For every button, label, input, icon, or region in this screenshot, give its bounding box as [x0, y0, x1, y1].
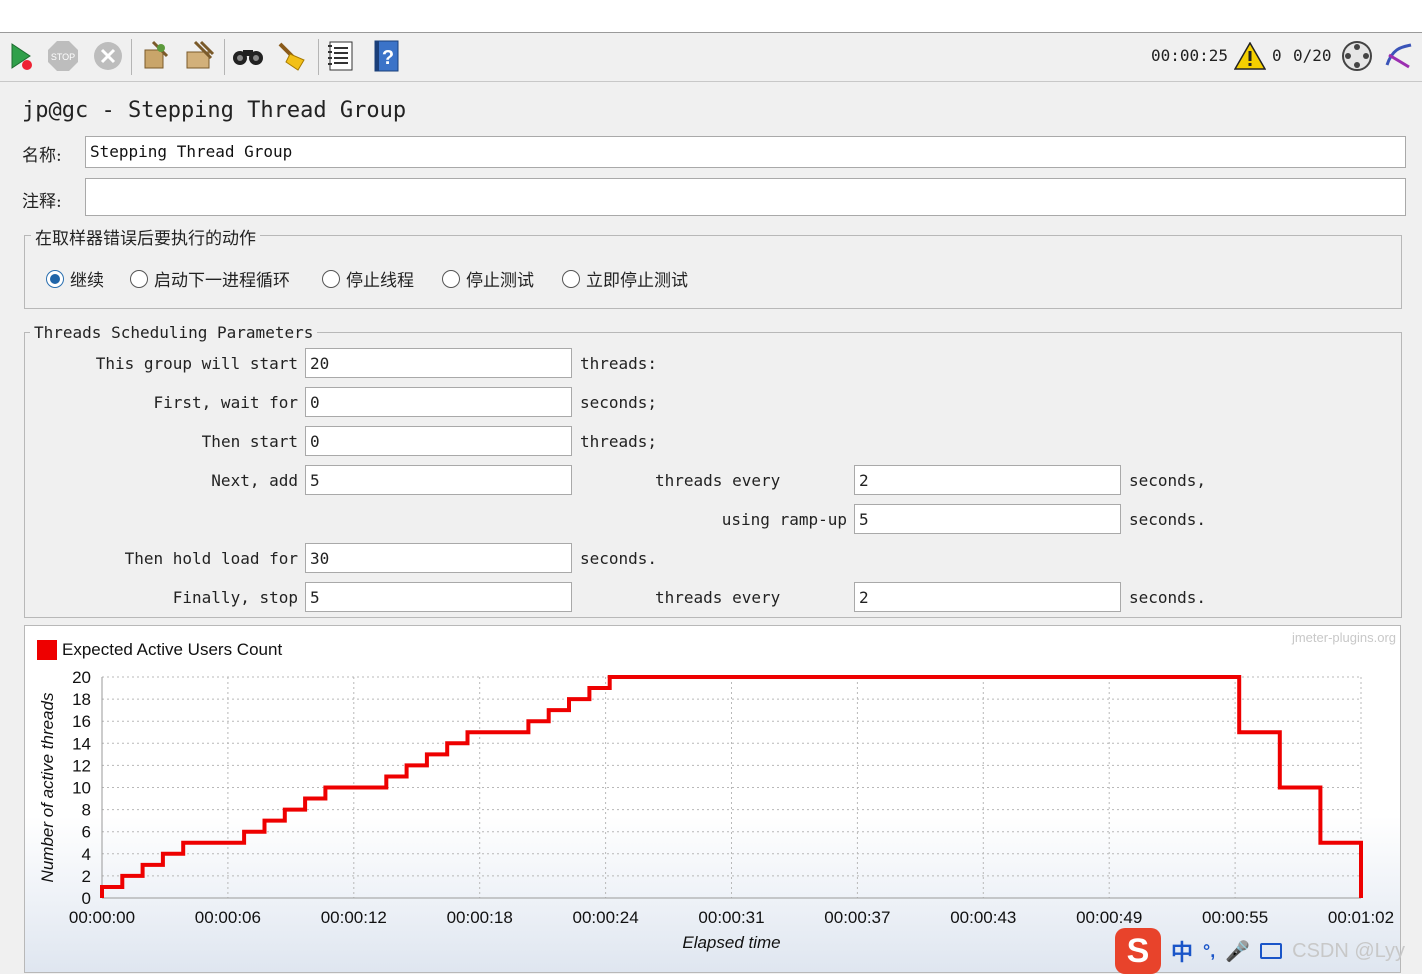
- next-add-field[interactable]: 5: [305, 465, 572, 495]
- chart-watermark: jmeter-plugins.org: [1291, 630, 1396, 645]
- ime-punctuation[interactable]: °,: [1203, 941, 1215, 962]
- radio-stop-test[interactable]: 停止测试: [442, 266, 534, 291]
- svg-text:?: ?: [382, 47, 394, 69]
- search-icon[interactable]: [231, 39, 265, 73]
- legend-label: Expected Active Users Count: [62, 640, 283, 659]
- warning-icon[interactable]: [1233, 39, 1267, 73]
- then-start-field[interactable]: 0: [305, 426, 572, 456]
- scheduling-legend: Threads Scheduling Parameters: [30, 323, 318, 342]
- ramp-up-unit: seconds.: [1129, 510, 1207, 529]
- clear-icon[interactable]: [138, 39, 172, 73]
- then-start-unit: threads;: [580, 432, 658, 451]
- remote-icon[interactable]: [1340, 39, 1374, 73]
- hold-load-label: Then hold load for: [124, 549, 298, 568]
- next-add-mid-label: threads every: [655, 471, 781, 490]
- finally-stop-label: Finally, stop: [172, 588, 298, 607]
- error-action-legend: 在取样器错误后要执行的动作: [31, 224, 260, 249]
- hold-load-field[interactable]: 30: [305, 543, 572, 573]
- page-title: jp@gc - Stepping Thread Group: [22, 98, 407, 123]
- toolbar: STOP ? 00:00:25 0 0/20: [0, 33, 1422, 82]
- start-icon[interactable]: [4, 39, 38, 73]
- ime-watermark: CSDN @Lyy: [1292, 939, 1406, 962]
- finally-stop-every-field[interactable]: 2: [854, 582, 1121, 612]
- then-start-label: Then start: [201, 432, 298, 451]
- sogou-logo-icon: S: [1115, 928, 1161, 974]
- radio-selected-icon: [46, 269, 64, 288]
- radio-icon: [562, 269, 580, 288]
- svg-text:STOP: STOP: [51, 52, 75, 62]
- ramp-up-field[interactable]: 5: [854, 504, 1121, 534]
- start-threads-unit: threads:: [580, 354, 658, 373]
- ime-toolbar[interactable]: S 中 °, 🎤 CSDN @Lyy: [1115, 928, 1422, 974]
- legend-swatch: [37, 640, 57, 660]
- window-top-strip: [0, 0, 1422, 33]
- clear-all-icon[interactable]: [182, 39, 216, 73]
- keyboard-icon[interactable]: [1260, 943, 1283, 959]
- reset-search-icon[interactable]: [275, 39, 309, 73]
- next-add-label: Next, add: [211, 471, 298, 490]
- name-field[interactable]: Stepping Thread Group: [85, 136, 1406, 168]
- comment-label: 注释:: [22, 192, 62, 212]
- stop-icon[interactable]: STOP: [46, 39, 80, 73]
- ime-language[interactable]: 中: [1171, 935, 1193, 967]
- radio-stop-test-now[interactable]: 立即停止测试: [562, 266, 688, 291]
- next-add-every-field[interactable]: 2: [854, 465, 1121, 495]
- initial-delay-label: First, wait for: [153, 393, 299, 412]
- elapsed-timer: 00:00:25: [1151, 46, 1229, 65]
- help-icon[interactable]: ?: [369, 39, 403, 73]
- radio-icon: [442, 269, 460, 288]
- chart-panel: [24, 625, 1401, 973]
- warning-count: 0: [1272, 46, 1282, 65]
- name-label: 名称:: [22, 146, 62, 166]
- shutdown-icon[interactable]: [91, 39, 125, 73]
- start-threads-label: This group will start: [95, 354, 298, 373]
- finally-stop-field[interactable]: 5: [305, 582, 572, 612]
- radio-stop-thread[interactable]: 停止线程: [322, 266, 414, 291]
- initial-delay-unit: seconds;: [580, 393, 658, 412]
- next-add-unit: seconds,: [1129, 471, 1207, 490]
- log-icon[interactable]: [1382, 39, 1416, 73]
- comment-field[interactable]: [85, 178, 1406, 216]
- function-helper-icon[interactable]: [324, 39, 358, 73]
- initial-delay-field[interactable]: 0: [305, 387, 572, 417]
- radio-continue[interactable]: 继续: [46, 266, 104, 291]
- microphone-icon[interactable]: 🎤: [1225, 939, 1250, 964]
- active-threads-count: 0/20: [1293, 46, 1332, 65]
- start-threads-field[interactable]: 20: [305, 348, 572, 378]
- ramp-up-label: using ramp-up: [721, 510, 847, 529]
- radio-icon: [322, 269, 340, 288]
- finally-stop-unit: seconds.: [1129, 588, 1207, 607]
- finally-stop-mid-label: threads every: [655, 588, 781, 607]
- hold-load-unit: seconds.: [580, 549, 658, 568]
- radio-icon: [130, 269, 148, 288]
- radio-start-next-loop[interactable]: 启动下一进程循环: [130, 266, 290, 291]
